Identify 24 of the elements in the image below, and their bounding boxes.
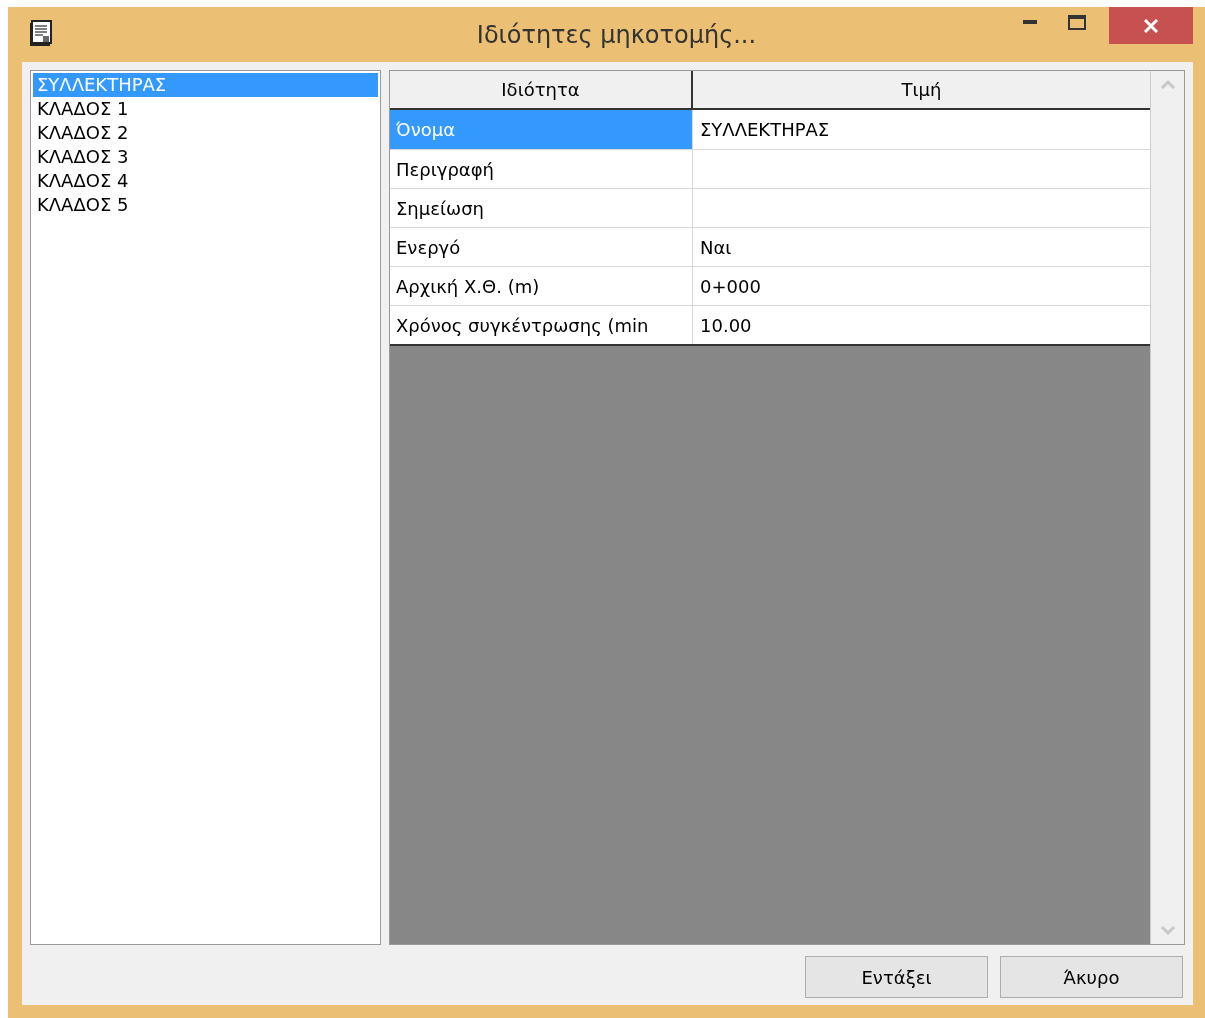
list-item[interactable]: ΚΛΑΔΟΣ 2: [33, 121, 378, 145]
property-cell[interactable]: Αρχική Χ.Θ. (m): [390, 267, 693, 305]
list-item[interactable]: ΚΛΑΔΟΣ 1: [33, 97, 378, 121]
property-cell[interactable]: Περιγραφή: [390, 150, 693, 188]
close-icon: [1144, 18, 1158, 33]
maximize-icon: [1068, 14, 1086, 30]
close-button[interactable]: [1109, 7, 1193, 44]
column-header[interactable]: Ιδιότητα: [390, 71, 693, 108]
column-header[interactable]: Τιμή: [693, 71, 1150, 108]
value-cell-text: Ναι: [700, 235, 732, 260]
value-cell-text: 0+000: [700, 274, 761, 299]
list-item[interactable]: ΚΛΑΔΟΣ 4: [33, 169, 378, 193]
window-title: Ιδιότητες μηκοτομής...: [476, 19, 757, 51]
property-cell[interactable]: Χρόνος συγκέντρωσης (min: [390, 306, 693, 344]
document-icon: [29, 20, 55, 48]
dialog-button[interactable]: Εντάξει: [805, 956, 988, 998]
list-item[interactable]: ΚΛΑΔΟΣ 3: [33, 145, 378, 169]
list-item[interactable]: ΚΛΑΔΟΣ 5: [33, 193, 378, 217]
minimize-icon: [1023, 20, 1037, 24]
property-cell[interactable]: Ενεργό: [390, 228, 693, 266]
dialog-button[interactable]: Άκυρο: [1000, 956, 1183, 998]
property-cell[interactable]: Σημείωση: [390, 189, 693, 227]
value-cell-text: 10.00: [700, 313, 752, 338]
value-cell-text: ΣΥΛΛΕΚΤΗΡΑΣ: [700, 118, 830, 142]
